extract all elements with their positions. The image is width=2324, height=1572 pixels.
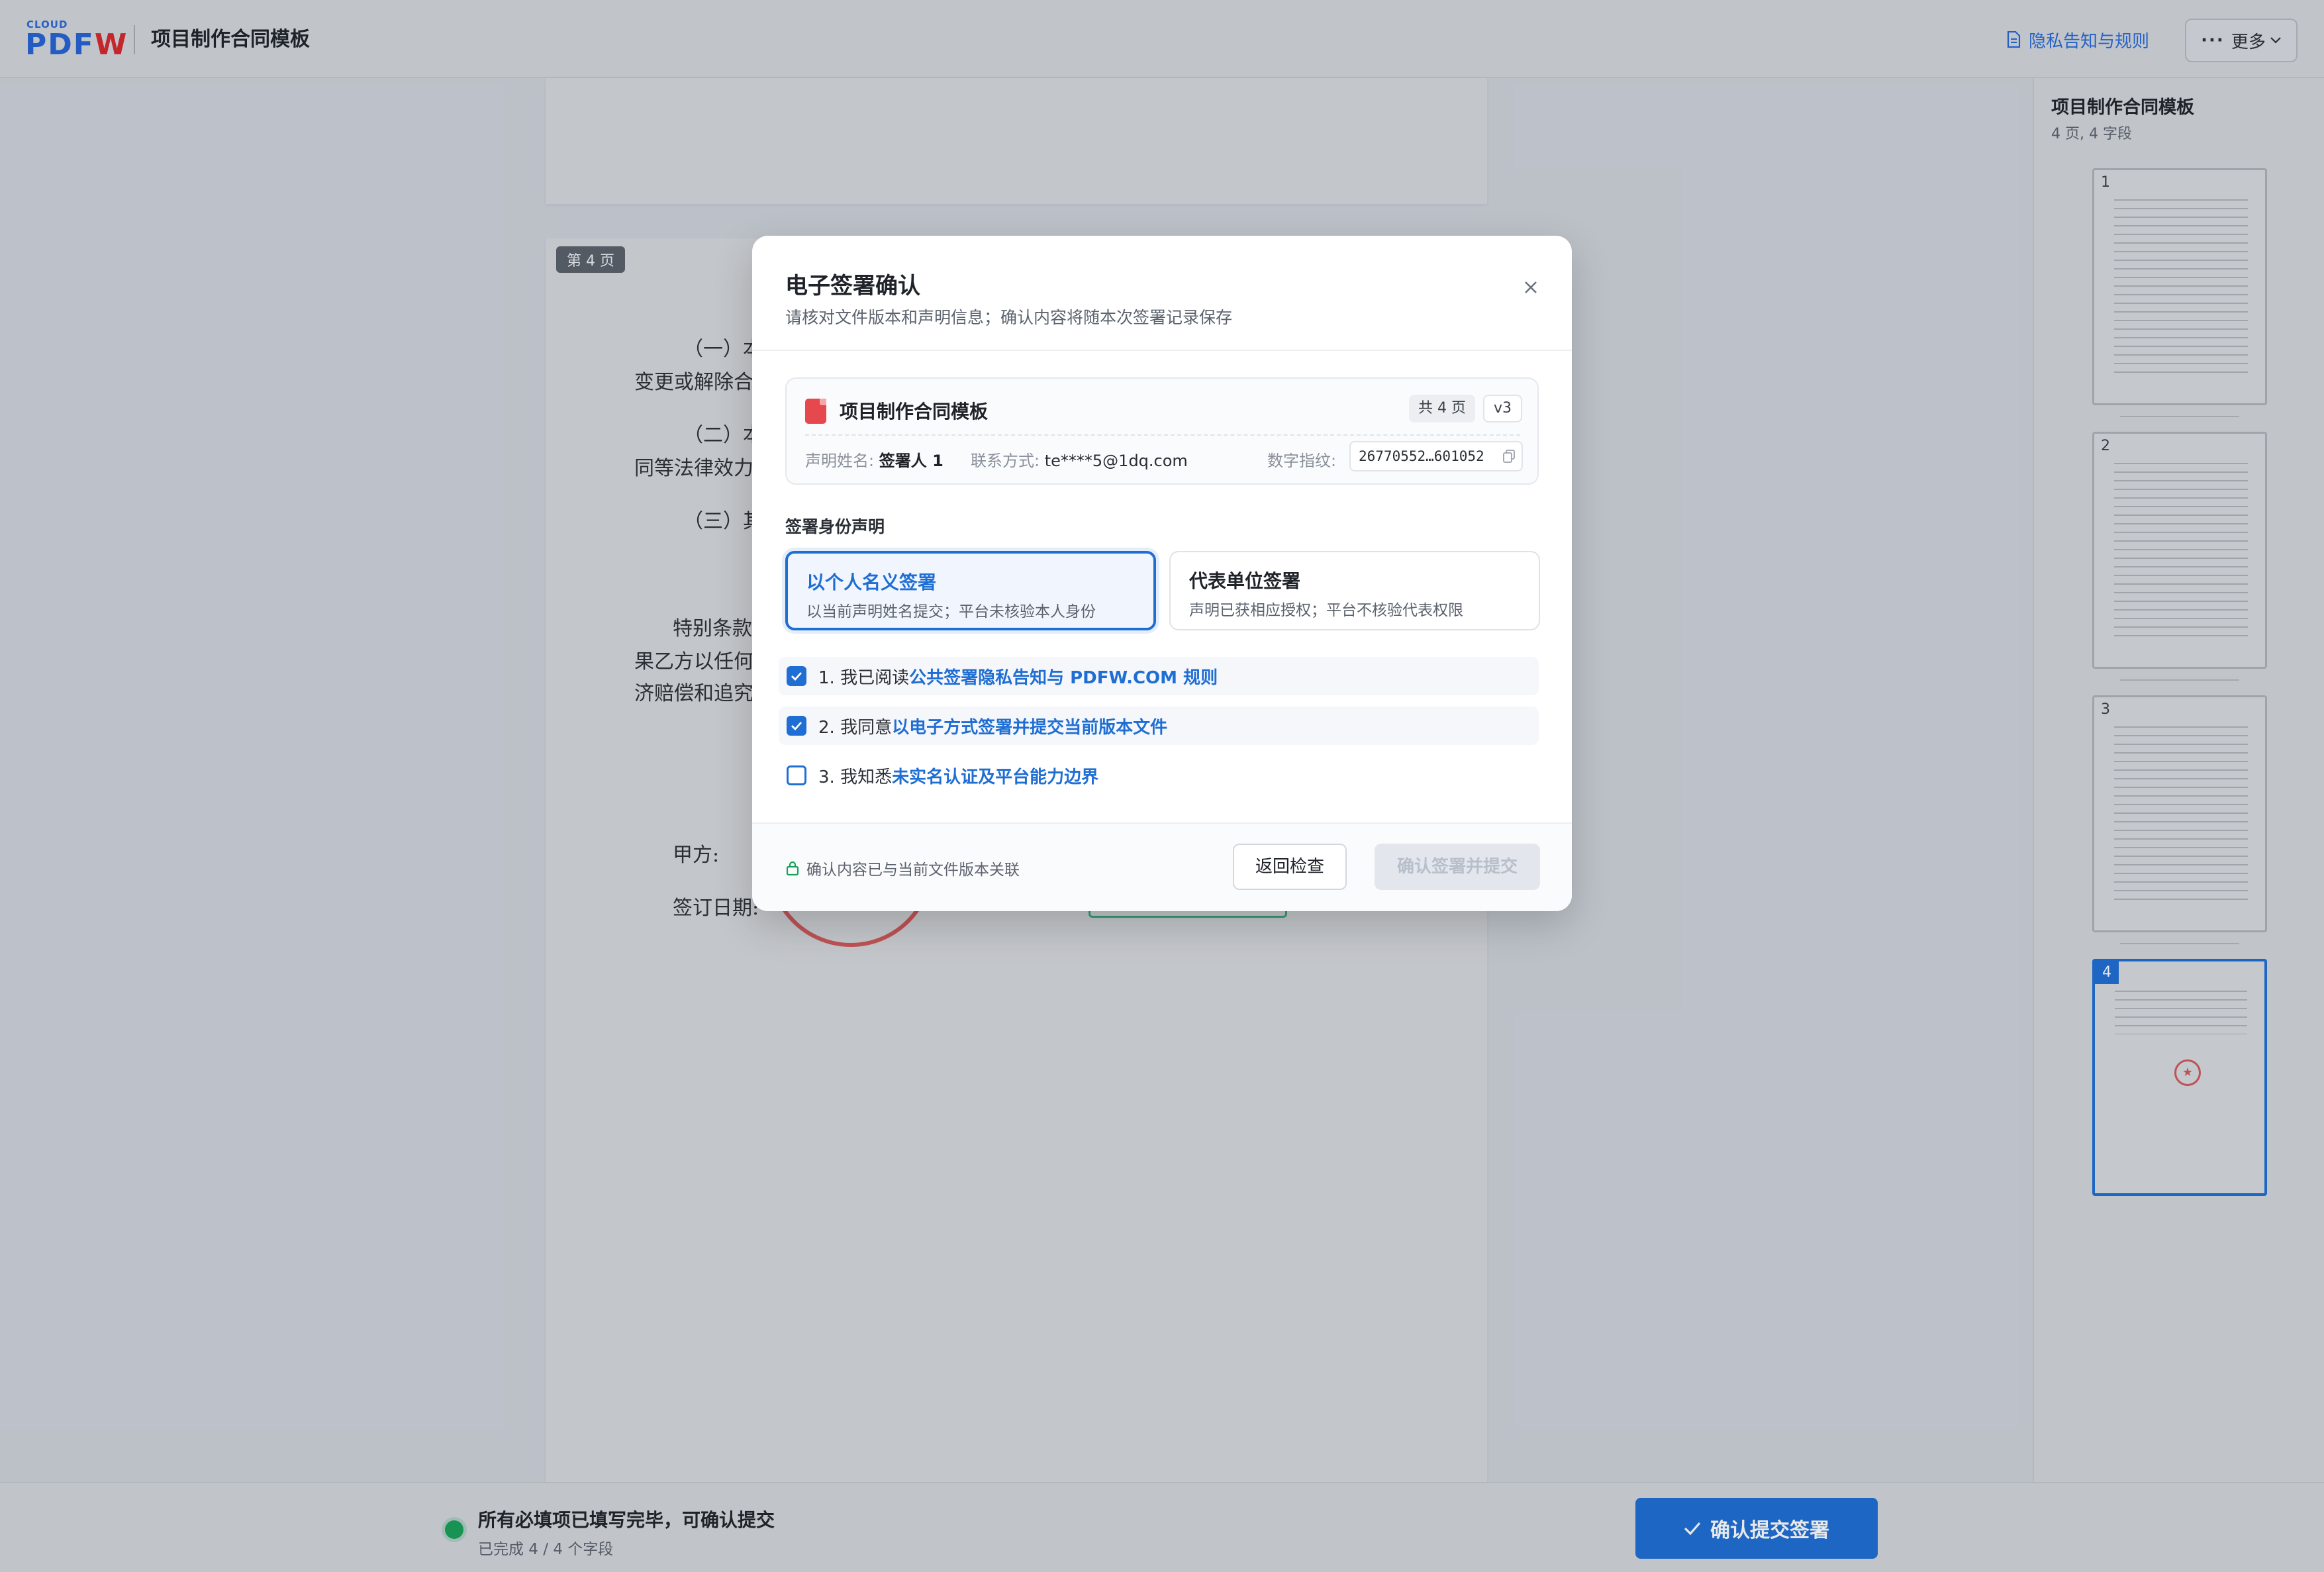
- dialog-footer: 确认内容已与当前文件版本关联 返回检查 确认签署并提交: [752, 822, 1572, 911]
- lock-icon: [786, 861, 799, 876]
- dialog-description: 请核对文件版本和声明信息；确认内容将随本次签署记录保存: [785, 308, 1233, 327]
- identity-option-desc: 以当前声明姓名提交；平台未核验本人身份: [806, 603, 1096, 620]
- file-card-divider: [805, 434, 1520, 436]
- consent-text: 1. 我已阅读: [818, 667, 910, 688]
- page-count-tag: 共 4 页: [1409, 395, 1475, 422]
- checkbox-unchecked-icon[interactable]: [787, 765, 806, 785]
- identity-option-title: 代表单位签署: [1189, 570, 1301, 592]
- back-to-review-button[interactable]: 返回检查: [1233, 844, 1347, 890]
- pdf-file-icon: [805, 399, 826, 424]
- close-icon[interactable]: [1519, 275, 1543, 299]
- consent-checkbox-1[interactable]: 1. 我已阅读 公共签署隐私告知与 PDFW.COM 规则: [779, 657, 1539, 695]
- identity-option-personal[interactable]: 以个人名义签署 以当前声明姓名提交；平台未核验本人身份: [785, 551, 1156, 630]
- privacy-rules-inline-link[interactable]: 公共签署隐私告知与 PDFW.COM 规则: [909, 664, 1218, 689]
- consent-checkbox-3[interactable]: 3. 我知悉 未实名认证及平台能力边界: [779, 756, 1539, 795]
- signer-contact: 联系方式: te****5@1dq.com: [971, 452, 1188, 470]
- checkbox-checked-icon[interactable]: [787, 666, 806, 686]
- consent-text: 3. 我知悉: [818, 767, 893, 787]
- esign-confirm-dialog: 电子签署确认 请核对文件版本和声明信息；确认内容将随本次签署记录保存 项目制作合…: [752, 236, 1572, 911]
- consent-checkbox-2[interactable]: 2. 我同意 以电子方式签署并提交当前版本文件: [779, 707, 1539, 745]
- confirm-sign-submit-button[interactable]: 确认签署并提交: [1375, 844, 1540, 890]
- esign-terms-inline-link[interactable]: 以电子方式签署并提交当前版本文件: [892, 714, 1167, 738]
- fingerprint-value[interactable]: 26770552…601052: [1349, 441, 1523, 471]
- signer-name: 声明姓名: 签署人 1: [805, 452, 944, 470]
- dialog-title: 电子签署确认: [785, 273, 920, 299]
- file-name: 项目制作合同模板: [840, 401, 989, 422]
- consent-text: 2. 我同意: [818, 717, 893, 738]
- footer-note: 确认内容已与当前文件版本关联: [785, 857, 1020, 879]
- version-tag: v3: [1483, 395, 1523, 422]
- dialog-header-divider: [752, 350, 1572, 351]
- fingerprint-label: 数字指纹:: [1267, 452, 1337, 470]
- identity-option-desc: 声明已获相应授权；平台不核验代表权限: [1189, 602, 1463, 619]
- identity-option-company[interactable]: 代表单位签署 声明已获相应授权；平台不核验代表权限: [1169, 551, 1540, 630]
- checkbox-checked-icon[interactable]: [787, 716, 806, 736]
- file-info-card: 项目制作合同模板 共 4 页 v3 声明姓名: 签署人 1 联系方式: te**…: [785, 377, 1539, 485]
- copy-icon[interactable]: [1503, 450, 1515, 463]
- identity-option-title: 以个人名义签署: [806, 571, 937, 593]
- identity-section-label: 签署身份声明: [785, 517, 885, 536]
- verification-boundary-inline-link[interactable]: 未实名认证及平台能力边界: [892, 763, 1098, 788]
